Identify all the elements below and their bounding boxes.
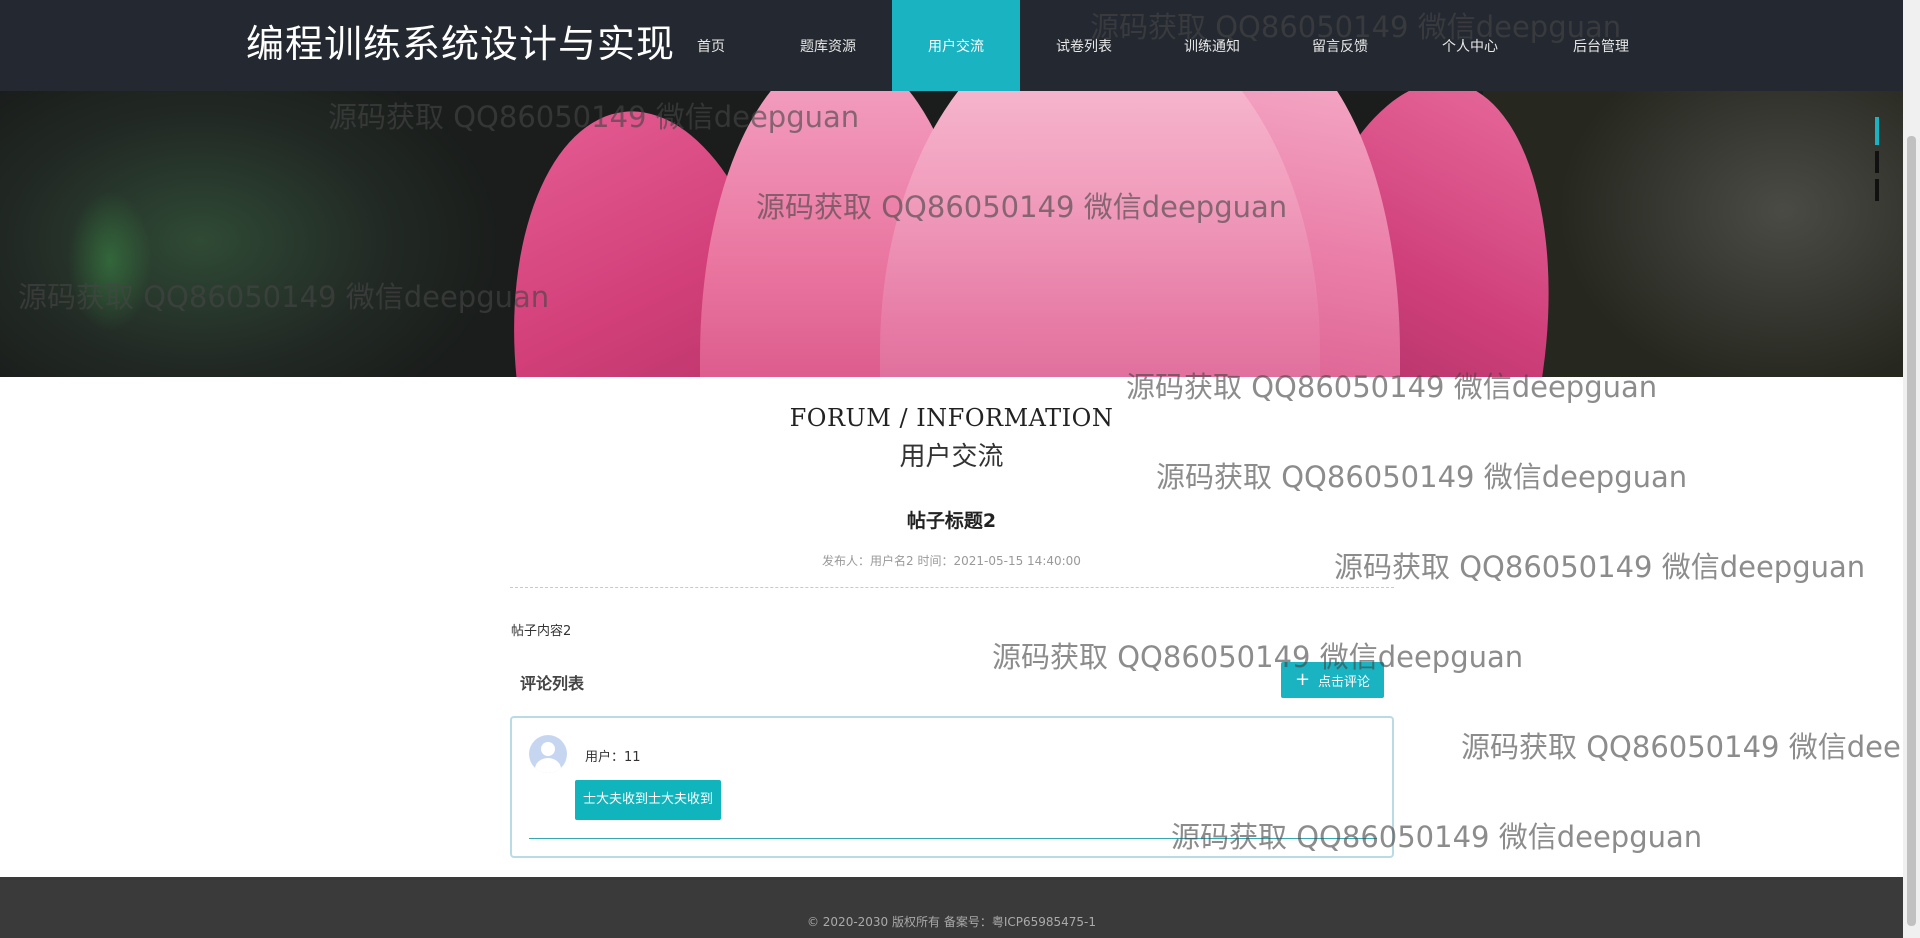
footer-copyright: © 2020-2030 版权所有 备案号：粤ICP65985475-1 — [806, 915, 1097, 929]
comment-divider — [529, 838, 1377, 839]
section-title-en: FORUM / INFORMATION — [789, 404, 1114, 432]
post-title: 帖子标题2 — [906, 510, 997, 532]
comment-user: 用户：11 — [585, 750, 641, 765]
lotus-petal — [880, 91, 1320, 377]
nav-item-exam-list[interactable]: 试卷列表 — [1020, 0, 1148, 91]
add-comment-label: 点击评论 — [1318, 674, 1371, 690]
vertical-scrollbar[interactable] — [1903, 0, 1920, 938]
top-header: 编程训练系统设计与实现 首页 题库资源 用户交流 试卷列表 训练通知 留言反馈 … — [0, 0, 1903, 91]
slider-dot[interactable] — [1875, 151, 1879, 173]
watermark-text: 源码获取 QQ86050149 微信deepguan — [992, 640, 1524, 674]
nav-item-admin[interactable]: 后台管理 — [1537, 0, 1665, 91]
comments-title: 评论列表 — [520, 674, 585, 693]
nav-item-question-bank[interactable]: 题库资源 — [764, 0, 892, 91]
nav-item-forum[interactable]: 用户交流 — [892, 0, 1020, 91]
plus-icon: + — [1294, 669, 1311, 690]
nav-item-feedback[interactable]: 留言反馈 — [1276, 0, 1404, 91]
post-meta: 发布人：用户名2 时间：2021-05-15 14:40:00 — [822, 554, 1081, 568]
divider — [510, 587, 1394, 588]
nav-item-training-notice[interactable]: 训练通知 — [1148, 0, 1276, 91]
comment-item: 用户：11 士大夫收到士大夫收到 — [510, 716, 1394, 858]
nav-item-home[interactable]: 首页 — [647, 0, 775, 91]
slider-indicator — [1875, 117, 1879, 207]
page-footer: © 2020-2030 版权所有 备案号：粤ICP65985475-1 — [0, 877, 1903, 938]
site-title: 编程训练系统设计与实现 — [246, 22, 676, 66]
add-comment-button[interactable]: + 点击评论 — [1281, 662, 1384, 698]
slider-dot[interactable] — [1875, 117, 1879, 145]
hero-banner — [0, 91, 1903, 377]
scrollbar-thumb[interactable] — [1907, 136, 1916, 926]
nav-item-profile[interactable]: 个人中心 — [1406, 0, 1534, 91]
post-content: 帖子内容2 — [511, 624, 572, 639]
comment-text: 士大夫收到士大夫收到 — [575, 780, 722, 820]
slider-dot[interactable] — [1875, 179, 1879, 201]
section-title-cn: 用户交流 — [899, 442, 1004, 472]
watermark-text: 源码获取 QQ86050149 微信deepguan — [1461, 730, 1903, 764]
user-avatar-icon — [529, 735, 567, 773]
